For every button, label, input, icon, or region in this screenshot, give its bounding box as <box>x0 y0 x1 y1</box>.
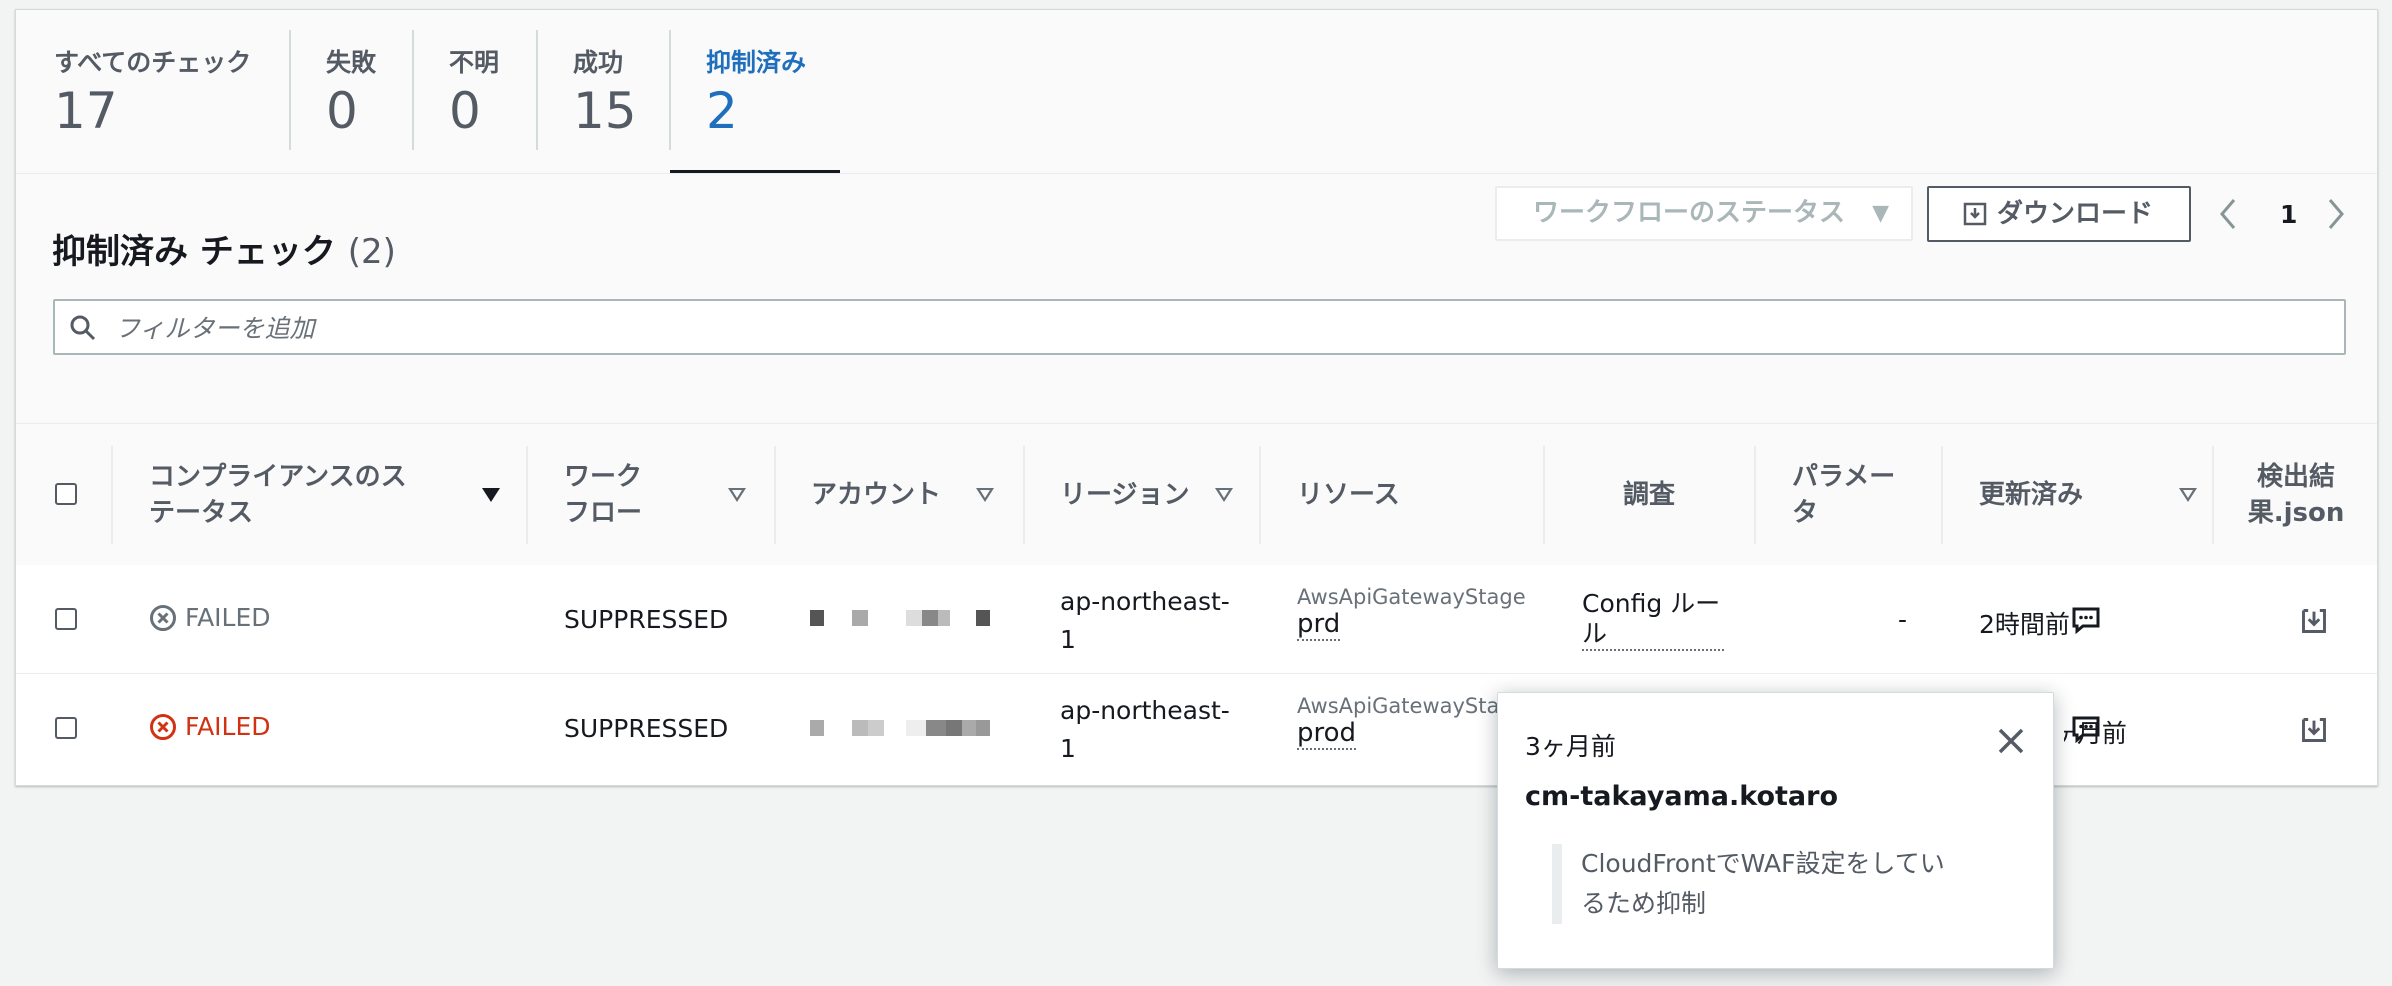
download-button[interactable]: ダウンロード <box>1927 186 2191 242</box>
active-tab-indicator <box>670 170 840 173</box>
workflow-status-select[interactable]: ワークフローのステータス ▼ <box>1495 186 1913 241</box>
column-region[interactable]: リージョン <box>1060 424 1200 565</box>
column-workflow-label: ワークフロー <box>564 461 643 528</box>
filter-box[interactable] <box>53 299 2346 355</box>
stat-label: 失敗 <box>326 48 377 77</box>
sort-icon[interactable] <box>1215 488 1233 502</box>
download-icon[interactable] <box>2300 716 2328 744</box>
resource-name-link[interactable]: prd <box>1297 609 1341 641</box>
failed-icon <box>150 713 176 740</box>
column-resource: リソース <box>1297 424 1457 565</box>
quote-bar <box>1552 844 1562 924</box>
sort-icon[interactable] <box>728 488 746 502</box>
search-icon <box>70 315 96 341</box>
sort-desc-icon[interactable] <box>482 488 500 502</box>
comment-popover: 3ヶ月前 cm-takayama.kotaro CloudFrontでWAF設定… <box>1497 692 2054 969</box>
close-icon[interactable] <box>1995 725 2027 757</box>
column-account-label: アカウント <box>811 479 942 510</box>
comment-icon[interactable] <box>2071 606 2101 634</box>
status-text: FAILED <box>185 603 271 632</box>
failed-icon <box>150 604 176 631</box>
column-json: 検出結果.json <box>2248 424 2345 565</box>
region-cell: ap-northeast-1 <box>1060 696 1230 763</box>
stat-value: 2 <box>706 82 738 140</box>
table-header: コンプライアンスのステータス ワークフロー アカウント リージョン リソース 調… <box>16 423 2377 566</box>
status-cell: FAILED <box>149 712 271 741</box>
region-cell: ap-northeast-1 <box>1060 587 1230 654</box>
column-parameters-label: パラメータ <box>1792 461 1896 528</box>
section-title: 抑制済み チェック (2) <box>52 224 396 273</box>
chevron-right-icon[interactable] <box>2320 194 2350 234</box>
status-text: FAILED <box>185 712 271 741</box>
sort-icon[interactable] <box>2179 488 2197 502</box>
column-json-label: 検出結果.json <box>2247 461 2345 528</box>
checks-panel: すべてのチェック 17 失敗 0 不明 0 成功 15 抑制済み 2 抑制済み … <box>15 9 2378 786</box>
column-updated[interactable]: 更新済み <box>1979 424 2119 565</box>
popover-user: cm-takayama.kotaro <box>1525 781 1839 812</box>
download-label: ダウンロード <box>1997 199 2154 229</box>
resource-type: AwsApiGatewayStage <box>1297 585 1526 609</box>
stats-tabs: すべてのチェック 17 失敗 0 不明 0 成功 15 抑制済み 2 <box>16 10 2377 174</box>
column-investigation: 調査 <box>1544 424 1754 565</box>
column-region-label: リージョン <box>1060 479 1190 510</box>
resource-type: AwsApiGatewayStage <box>1297 694 1526 718</box>
column-resource-label: リソース <box>1297 479 1400 510</box>
stat-value: 17 <box>54 82 118 140</box>
download-icon[interactable] <box>2300 607 2328 635</box>
column-workflow[interactable]: ワークフロー <box>564 424 664 565</box>
section-count: (2) <box>347 232 396 272</box>
investigation-link[interactable]: Config ルール <box>1582 589 1724 651</box>
workflow-cell: SUPPRESSED <box>564 605 729 634</box>
comment-icon[interactable] <box>2071 715 2101 743</box>
column-status[interactable]: コンプライアンスのステータス <box>149 424 419 565</box>
column-parameters: パラメータ <box>1792 424 1902 565</box>
stat-label: 抑制済み <box>706 48 807 77</box>
stat-label: すべてのチェック <box>54 48 252 77</box>
updated-cell: 2時間前 <box>1979 610 2070 639</box>
column-account[interactable]: アカウント <box>811 424 951 565</box>
resource-name-link[interactable]: prod <box>1297 718 1357 750</box>
stat-value: 0 <box>326 82 358 140</box>
caret-down-icon: ▼ <box>1872 201 1889 226</box>
table-row[interactable]: FAILED SUPPRESSED ap-northeast-1 AwsApiG… <box>16 565 2377 674</box>
popover-note: CloudFrontでWAF設定をしているため抑制 <box>1581 849 1945 918</box>
download-icon <box>1963 202 1987 226</box>
table-header-area: 抑制済み チェック (2) ワークフローのステータス ▼ ダウンロード 1 <box>16 174 2377 434</box>
select-all-checkbox[interactable] <box>55 483 77 505</box>
stat-label: 不明 <box>449 48 500 77</box>
resource-cell: AwsApiGatewayStage prod <box>1297 694 1526 750</box>
column-updated-label: 更新済み <box>1979 479 2084 510</box>
parameters-cell: - <box>1898 605 1908 634</box>
status-cell: FAILED <box>149 603 271 632</box>
section-title-text: 抑制済み チェック <box>52 232 336 272</box>
row-checkbox[interactable] <box>55 717 77 739</box>
workflow-select-label: ワークフローのステータス <box>1533 198 1846 228</box>
filter-input[interactable] <box>113 307 2317 349</box>
stat-value: 15 <box>573 82 637 140</box>
chevron-left-icon[interactable] <box>2214 194 2244 234</box>
column-investigation-label: 調査 <box>1622 479 1675 510</box>
popover-date: 3ヶ月前 <box>1525 732 1616 761</box>
stat-value: 0 <box>449 82 481 140</box>
sort-icon[interactable] <box>976 488 994 502</box>
column-status-label: コンプライアンスのステータス <box>149 461 407 528</box>
stat-label: 成功 <box>573 48 624 77</box>
workflow-cell: SUPPRESSED <box>564 714 729 743</box>
resource-cell: AwsApiGatewayStage prd <box>1297 585 1526 641</box>
row-checkbox[interactable] <box>55 608 77 630</box>
page-number[interactable]: 1 <box>2280 200 2297 229</box>
